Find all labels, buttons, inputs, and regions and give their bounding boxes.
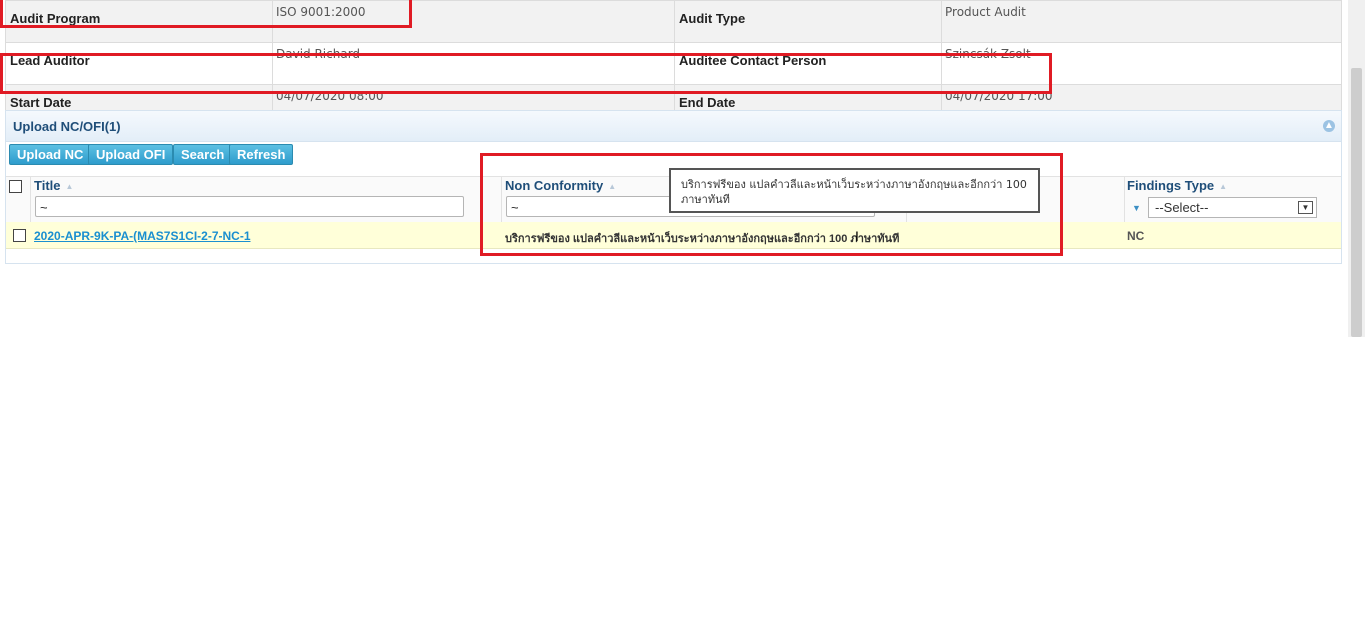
column-title-label: Title xyxy=(34,178,61,193)
findings-type-cell: NC xyxy=(1127,229,1145,243)
scrollbar-thumb[interactable] xyxy=(1351,68,1362,337)
findings-type-select-value: --Select-- xyxy=(1155,200,1209,215)
upload-nc-button[interactable]: Upload NC xyxy=(9,144,92,165)
chevron-down-icon: ▼ xyxy=(1298,201,1313,214)
column-header-findings-type[interactable]: Findings Type ▲ xyxy=(1127,178,1227,193)
column-findings-type-label: Findings Type xyxy=(1127,178,1215,193)
sort-icon[interactable]: ▲ xyxy=(66,182,74,191)
panel-title: Upload NC/OFI(1) xyxy=(13,119,121,134)
page-scrollbar[interactable] xyxy=(1348,0,1365,337)
row-checkbox[interactable] xyxy=(13,229,26,242)
audit-type-value: Product Audit xyxy=(941,0,1342,43)
title-filter-input[interactable]: ~ xyxy=(35,196,464,217)
annotation-box-non-conformity xyxy=(480,153,1063,256)
sort-icon[interactable]: ▲ xyxy=(1219,182,1227,191)
refresh-button[interactable]: Refresh xyxy=(229,144,294,165)
findings-type-select[interactable]: --Select-- ▼ xyxy=(1148,197,1317,218)
filter-icon[interactable]: ▼ xyxy=(1132,203,1141,213)
select-all-checkbox[interactable] xyxy=(9,180,22,193)
audit-type-label: Audit Type xyxy=(674,0,942,43)
collapse-icon[interactable]: ▲ xyxy=(1323,120,1335,132)
upload-ofi-button[interactable]: Upload OFI xyxy=(88,144,174,165)
finding-title-link[interactable]: 2020-APR-9K-PA-(MAS7S1CI-2-7-NC-1 xyxy=(34,229,251,243)
annotation-box-audit-program xyxy=(0,0,412,28)
panel-header: Upload NC/OFI(1) ▲ xyxy=(6,110,1341,142)
column-header-title[interactable]: Title ▲ xyxy=(34,178,73,193)
search-button[interactable]: Search xyxy=(173,144,233,165)
annotation-box-dates xyxy=(0,53,1052,94)
